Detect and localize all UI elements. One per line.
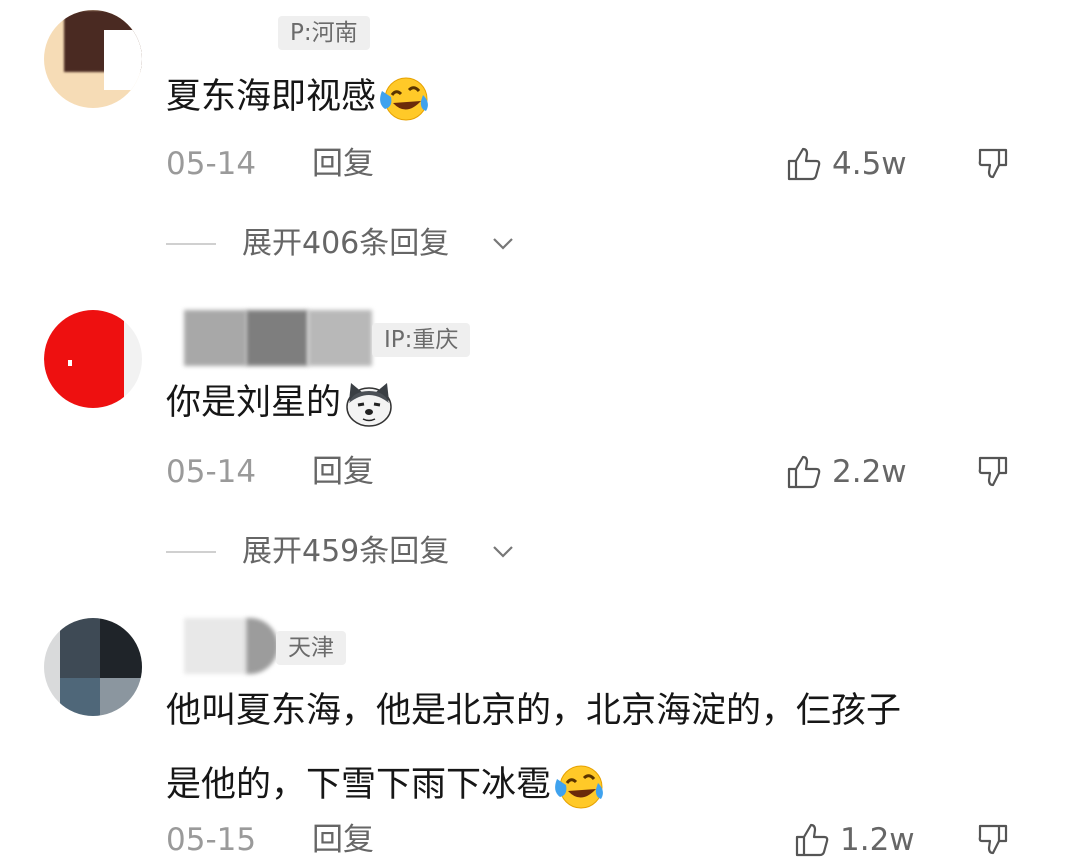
avatar[interactable]	[44, 310, 142, 408]
expand-replies-label: 展开459条回复	[242, 534, 450, 569]
ip-location-tag: IP:重庆	[372, 323, 471, 357]
thumbs-up-icon	[787, 455, 821, 489]
thumbs-down-icon[interactable]	[976, 454, 1012, 490]
thumbs-down-icon[interactable]	[976, 822, 1012, 858]
thumbs-down-icon[interactable]	[976, 146, 1012, 182]
like-count: 2.2w	[832, 454, 907, 490]
comment-text: 你是刘星的	[166, 374, 397, 432]
dog-face-emoji-icon	[346, 383, 392, 427]
avatar[interactable]	[44, 618, 142, 716]
comment-date: 05-14	[166, 454, 257, 490]
expand-replies-label: 展开406条回复	[242, 226, 450, 261]
avatar[interactable]	[44, 10, 142, 108]
chevron-down-icon	[493, 546, 513, 558]
comment-text-line-1: 他叫夏东海，他是北京的，北京海淀的，仨孩子	[166, 691, 902, 731]
comment-text-content: 夏东海即视感	[166, 77, 377, 117]
comment-text-content: 你是刘星的	[166, 383, 342, 423]
comment-text: 夏东海即视感	[166, 68, 432, 126]
reply-button[interactable]: 回复	[312, 144, 374, 184]
like-count: 4.5w	[832, 146, 907, 182]
comment-text-line-2: 是他的，下雪下雨下冰雹	[166, 756, 901, 814]
reply-button[interactable]: 回复	[312, 820, 374, 860]
thumbs-up-icon	[787, 147, 821, 181]
comment-text-content: 是他的，下雪下雨下冰雹	[166, 765, 552, 805]
laughing-crying-emoji-icon	[380, 77, 428, 121]
divider	[166, 551, 216, 553]
reply-button[interactable]: 回复	[312, 452, 374, 492]
comment-date: 05-15	[166, 822, 257, 858]
like-count: 1.2w	[840, 822, 915, 858]
ip-location-tag: 天津	[276, 631, 346, 665]
comment-date: 05-14	[166, 146, 257, 182]
divider	[166, 243, 216, 245]
comment-text: 他叫夏东海，他是北京的，北京海淀的，仨孩子 是他的，下雪下雨下冰雹	[166, 682, 901, 814]
chevron-down-icon	[493, 238, 513, 250]
thumbs-up-icon	[795, 823, 829, 857]
laughing-crying-emoji-icon	[555, 765, 603, 809]
ip-location-tag: P:河南	[278, 16, 370, 50]
